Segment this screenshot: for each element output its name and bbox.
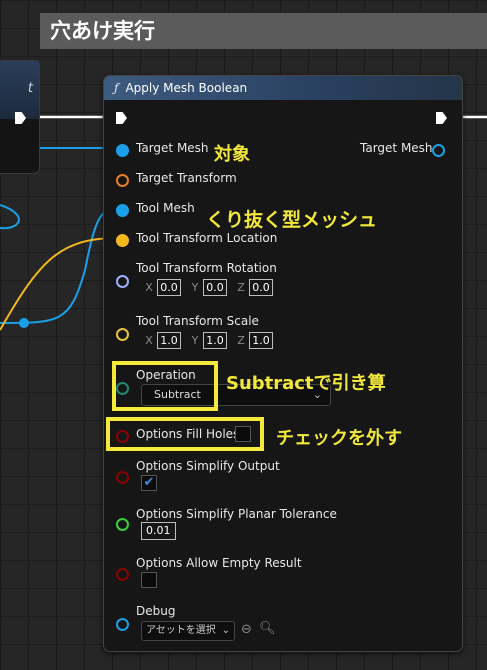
rotation-z-input[interactable]: 0.0 [249,279,273,296]
target-mesh-output-label: Target Mesh [360,141,433,155]
debug-pin-icon[interactable] [116,618,129,631]
debug-asset-value: アセットを選択 [146,625,216,636]
exec-in-icon[interactable] [116,112,127,124]
tool-mesh-wire [0,207,119,324]
simplify-output-checkbox[interactable]: ✔ [141,475,157,491]
tool-location-label: Tool Transform Location [136,231,278,245]
browse-arrow-icon[interactable]: ⊖ [241,622,252,637]
allow-empty-pin-icon[interactable] [116,568,129,581]
target-annotation: 対象 [214,144,250,165]
scale-x-input[interactable]: 1.0 [157,332,181,349]
target-transform-label: Target Transform [136,171,237,185]
rotation-x-input[interactable]: 0.0 [157,279,181,296]
exec-out-icon[interactable] [436,112,447,124]
check-icon: ✔ [143,475,155,490]
chevron-down-icon: ⌄ [221,625,230,636]
allow-empty-checkbox[interactable] [141,572,157,588]
scale-y-input[interactable]: 1.0 [203,332,227,349]
scale-z-axis: Z [237,334,245,347]
node-title: Apply Mesh Boolean [125,81,248,95]
scale-z-input[interactable]: 1.0 [249,332,273,349]
rotation-vector-fields: X 0.0 Y 0.0 Z 0.0 [144,279,279,296]
tool-mesh-label: Tool Mesh [136,201,195,215]
allow-empty-label: Options Allow Empty Result [136,556,302,570]
rotation-y-input[interactable]: 0.0 [203,279,227,296]
target-mesh-output-pin-icon[interactable] [432,144,445,157]
tool-annotation: くり抜く型メッシュ [206,209,378,231]
planar-tolerance-label: Options Simplify Planar Tolerance [136,507,337,521]
debug-label: Debug [136,604,176,618]
scale-vector-fields: X 1.0 Y 1.0 Z 1.0 [144,332,279,349]
node-header[interactable]: ƒ Apply Mesh Boolean [104,76,462,100]
target-mesh-label: Target Mesh [136,141,209,155]
tool-rotation-pin-icon[interactable] [116,275,129,288]
simplify-output-pin-icon[interactable] [116,471,129,484]
tool-scale-pin-icon[interactable] [116,328,129,341]
rotation-y-axis: Y [191,281,199,294]
debug-asset-dropdown[interactable]: アセットを選択 ⌄ [141,621,235,641]
tool-rotation-label: Tool Transform Rotation [136,261,277,275]
rotation-x-axis: X [145,281,153,294]
left-node[interactable]: t e [0,60,40,174]
function-icon: ƒ [114,81,119,95]
left-curve-wire [0,204,20,230]
target-mesh-pin-icon[interactable] [116,144,129,157]
tool-scale-label: Tool Transform Scale [136,314,259,328]
rotation-z-axis: Z [237,281,245,294]
scale-x-axis: X [145,334,153,347]
tool-location-pin-icon[interactable] [116,234,129,247]
search-icon[interactable]: 🔍︎ [259,621,276,636]
planar-tolerance-pin-icon[interactable] [116,518,129,531]
scale-y-axis: Y [191,334,199,347]
tool-mesh-pin-icon[interactable] [116,204,129,217]
operation-highlight [112,361,218,411]
planar-tolerance-input[interactable]: 0.01 [141,522,176,540]
simplify-output-label: Options Simplify Output [136,459,280,473]
operation-annotation: Subtractで引き算 [226,373,386,394]
reroute-node [19,318,29,328]
left-node-header: t [0,61,39,119]
fill-holes-annotation: チェックを外す [276,428,402,449]
fill-holes-highlight [106,417,264,451]
target-transform-pin-icon[interactable] [116,174,129,187]
